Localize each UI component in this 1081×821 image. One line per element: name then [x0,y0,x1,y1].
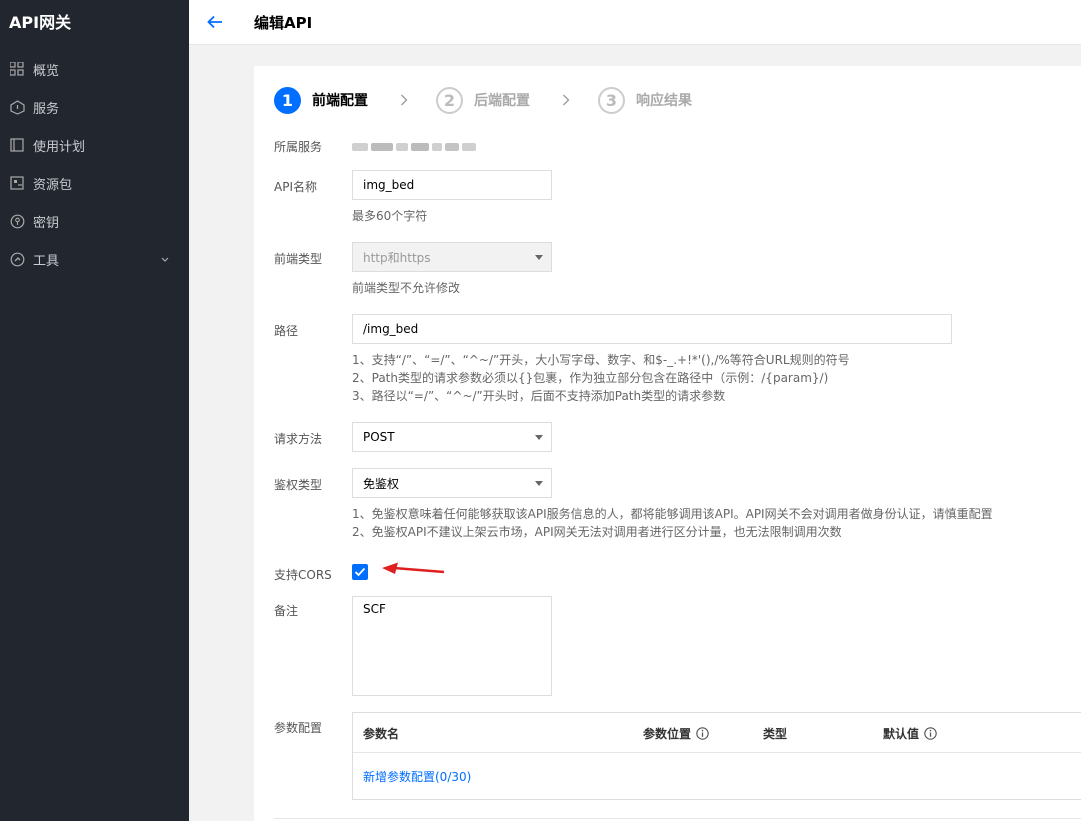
step-response-result[interactable]: 3 响应结果 [598,86,692,114]
grid-icon [9,61,25,77]
auth-hint-1: 1、免鉴权意味着任何能够获取该API服务信息的人，都将能够调用该API。API网… [352,507,993,521]
method-select[interactable]: POST [352,422,552,452]
caret-down-icon [535,435,543,440]
sidebar-item-usage-plan[interactable]: 使用计划 [0,126,189,164]
tool-icon [9,251,25,267]
page-header: 编辑API [189,0,1081,45]
auth-hint-2: 2、免鉴权API不建议上架云市场，API网关无法对调用者进行区分计量，也无法限制… [352,525,842,539]
col-param-position: 参数位置 [643,725,709,742]
sidebar-item-tools[interactable]: 工具 [0,240,189,278]
step-label: 响应结果 [636,93,692,109]
step-indicator: 1 前端配置 2 后端配置 3 响应结果 [274,86,692,114]
package-icon [9,175,25,191]
auth-type-value: 免鉴权 [363,476,400,491]
col-type: 类型 [763,727,788,741]
divider [274,818,1081,819]
params-table: 参数名 参数位置 类型 默认值 新增参数配置(0/30) [352,712,1081,800]
page-title: 编辑API [254,13,313,32]
info-icon[interactable] [696,727,709,740]
info-icon[interactable] [924,727,937,740]
sidebar-item-resource-package[interactable]: 资源包 [0,164,189,202]
caret-down-icon [535,481,543,486]
col-param-position-label: 参数位置 [643,727,692,741]
method-label: 请求方法 [274,432,323,446]
step-label: 前端配置 [312,93,368,109]
service-icon [9,99,25,115]
sidebar-item-keys[interactable]: 密钥 [0,202,189,240]
service-name-redacted [352,140,482,154]
api-name-input[interactable]: img_bed [352,170,552,200]
cors-label: 支持CORS [274,568,332,582]
step-frontend-config[interactable]: 1 前端配置 [274,86,368,114]
frontend-type-select: http和https [352,242,552,272]
sidebar: API网关 概览 服务 使用计划 资源包 密钥 工具 [0,0,189,821]
auth-type-label: 鉴权类型 [274,478,323,492]
step-backend-config[interactable]: 2 后端配置 [436,86,530,114]
service-label: 所属服务 [274,140,323,154]
remark-textarea[interactable]: SCF [352,596,552,696]
params-label: 参数配置 [274,721,323,735]
chevron-down-icon [161,252,169,267]
step-number: 1 [274,86,301,114]
caret-down-icon [535,255,543,260]
sidebar-item-label: 服务 [33,101,60,117]
frontend-type-label: 前端类型 [274,252,323,266]
plan-icon [9,137,25,153]
frontend-type-value: http和https [363,250,431,265]
params-table-header: 参数名 参数位置 类型 默认值 [353,713,1081,753]
remark-label: 备注 [274,604,299,618]
path-input[interactable]: /img_bed [352,314,952,344]
frontend-type-hint: 前端类型不允许修改 [352,281,461,295]
col-default-value-label: 默认值 [883,727,920,741]
auth-type-select[interactable]: 免鉴权 [352,468,552,498]
sidebar-item-overview[interactable]: 概览 [0,50,189,88]
add-param-link[interactable]: 新增参数配置(0/30) [363,768,471,785]
sidebar-item-service[interactable]: 服务 [0,88,189,126]
form-card: 1 前端配置 2 后端配置 3 响应结果 所属服务 API名称 img_bed … [254,66,1081,821]
col-default-value: 默认值 [883,725,937,742]
sidebar-item-label: 使用计划 [33,139,86,155]
chevron-right-icon [400,94,408,106]
sidebar-item-label: 密钥 [33,215,60,231]
sidebar-item-label: 概览 [33,63,60,79]
sidebar-item-label: 工具 [33,253,60,269]
back-arrow-icon[interactable] [207,13,225,31]
annotation-arrow-icon [382,562,445,574]
step-number: 3 [598,86,625,114]
path-label: 路径 [274,324,299,338]
key-icon [9,213,25,229]
brand-title: API网关 [9,13,72,32]
sidebar-item-label: 资源包 [33,177,73,193]
step-label: 后端配置 [474,93,530,109]
method-value: POST [363,430,395,444]
path-hint-3: 3、路径以“=/”、“^~/”开头时，后面不支持添加Path类型的请求参数 [352,389,726,403]
path-hint-2: 2、Path类型的请求参数必须以{}包裹，作为独立部分包含在路径中（示例：/{p… [352,371,829,385]
step-number: 2 [436,86,463,114]
checkmark-icon [354,567,366,577]
api-name-label: API名称 [274,180,317,194]
api-name-hint: 最多60个字符 [352,209,428,223]
col-param-name: 参数名 [363,727,400,741]
cors-checkbox[interactable] [352,564,368,580]
path-hint-1: 1、支持“/”、“=/”、“^~/”开头，大小写字母、数字、和$-_.+!*'(… [352,353,850,367]
chevron-right-icon [562,94,570,106]
